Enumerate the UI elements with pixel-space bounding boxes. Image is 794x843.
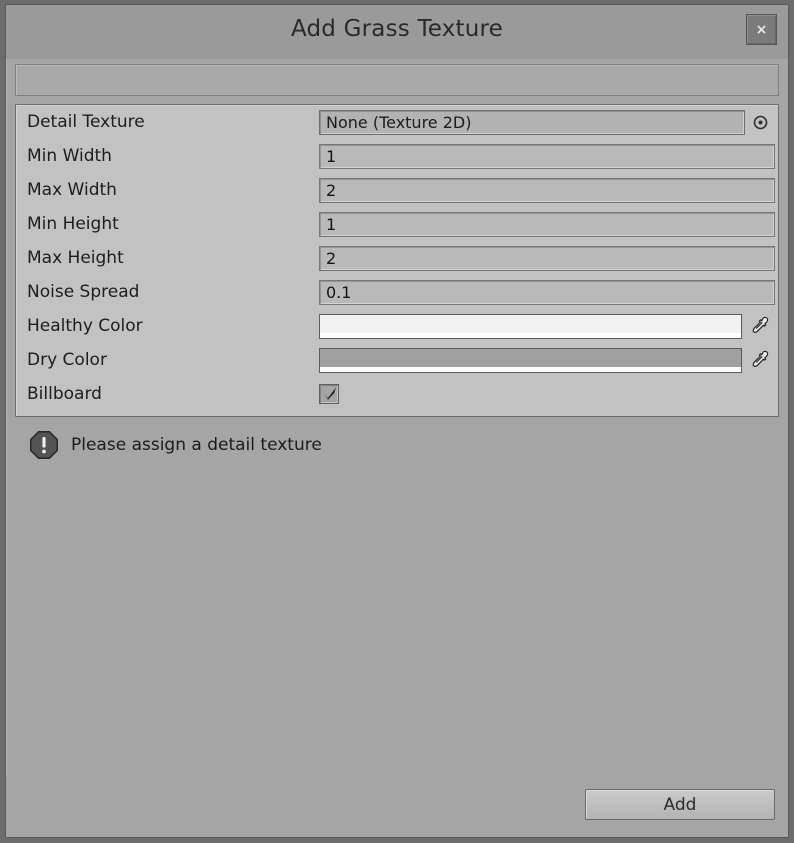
control-detail-texture: None (Texture 2D) [319,105,778,139]
control-min-width: 1 [319,139,778,173]
toolbar-strip [15,64,779,96]
noise-spread-input[interactable]: 0.1 [319,279,775,305]
min-width-input[interactable]: 1 [319,143,775,169]
dry-color-alpha [320,366,741,372]
property-row-detail-texture: Detail Texture None (Texture 2D) [16,105,778,139]
property-row-noise-spread: Noise Spread 0.1 [16,275,778,309]
close-button[interactable]: × [746,14,777,45]
control-healthy-color [319,309,778,343]
control-billboard [319,377,778,411]
healthy-color-alpha [320,332,741,338]
label-healthy-color: Healthy Color [27,316,143,336]
close-icon: × [755,21,768,38]
label-dry-color: Dry Color [27,350,107,370]
control-noise-spread: 0.1 [319,275,778,309]
property-row-billboard: Billboard [16,377,778,411]
max-width-input[interactable]: 2 [319,177,775,203]
property-row-dry-color: Dry Color [16,343,778,377]
max-height-input[interactable]: 2 [319,245,775,271]
message-area: Please assign a detail texture [15,419,779,777]
label-min-width: Min Width [27,146,112,166]
dry-color-main [320,348,741,367]
healthy-color-eyedropper-icon[interactable] [742,314,775,339]
billboard-checkbox[interactable] [319,384,339,404]
control-dry-color [319,343,778,377]
control-max-width: 2 [319,173,778,207]
message-text: Please assign a detail texture [71,435,322,455]
window-inner: Add Grass Texture × Detail Texture None … [5,4,789,838]
detail-texture-object-field[interactable]: None (Texture 2D) [319,109,745,135]
property-row-healthy-color: Healthy Color [16,309,778,343]
properties-panel: Detail Texture None (Texture 2D) Min Wid… [15,104,779,417]
property-row-min-height: Min Height 1 [16,207,778,241]
titlebar: Add Grass Texture × [6,5,788,59]
label-max-height: Max Height [27,248,124,268]
healthy-color-main [320,314,741,333]
add-grass-texture-window: Add Grass Texture × Detail Texture None … [0,0,794,843]
property-row-min-width: Min Width 1 [16,139,778,173]
property-row-max-height: Max Height 2 [16,241,778,275]
dry-color-eyedropper-icon[interactable] [742,348,775,373]
info-message: Please assign a detail texture [27,428,322,462]
window-title: Add Grass Texture [290,16,504,42]
control-max-height: 2 [319,241,778,275]
healthy-color-swatch[interactable] [319,313,742,339]
warning-icon [27,428,61,462]
label-max-width: Max Width [27,180,117,200]
dry-color-swatch[interactable] [319,347,742,373]
label-billboard: Billboard [27,384,102,404]
control-min-height: 1 [319,207,778,241]
min-height-input[interactable]: 1 [319,211,775,237]
footer: Add [6,775,788,837]
object-picker-icon[interactable] [745,110,775,135]
property-row-max-width: Max Width 2 [16,173,778,207]
add-button[interactable]: Add [585,789,775,820]
label-min-height: Min Height [27,214,119,234]
label-noise-spread: Noise Spread [27,282,140,302]
label-detail-texture: Detail Texture [27,112,145,132]
